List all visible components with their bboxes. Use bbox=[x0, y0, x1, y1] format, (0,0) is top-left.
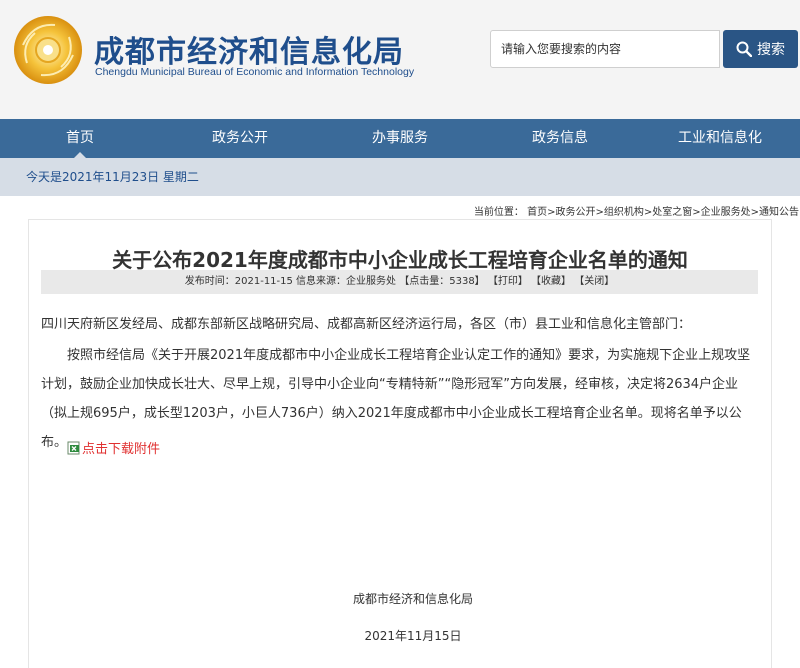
nav-item-news[interactable]: 政务信息 bbox=[480, 119, 640, 158]
search-icon bbox=[736, 41, 752, 57]
main-nav: 首页 政务公开 办事服务 政务信息 工业和信息化 bbox=[0, 119, 800, 158]
date-display: 今天是2021年11月23日 星期二 bbox=[0, 158, 800, 196]
signature-organization: 成都市经济和信息化局 bbox=[352, 592, 473, 606]
search-input[interactable]: 请输入您要搜索的内容 bbox=[490, 30, 720, 68]
nav-item-services[interactable]: 办事服务 bbox=[320, 119, 480, 158]
search-button[interactable]: 搜索 bbox=[723, 30, 798, 68]
nav-item-industry-it[interactable]: 工业和信息化 bbox=[640, 119, 800, 158]
excel-file-icon bbox=[67, 441, 80, 454]
article-recipients: 四川天府新区发经局、成都东部新区战略研究局、成都高新区经济运行局，各区（市）县工… bbox=[41, 317, 692, 332]
site-header: 成都市经济和信息化局 Chengdu Municipal Bureau of E… bbox=[0, 0, 800, 119]
article-title: 关于公布2021年度成都市中小企业成长工程培育企业名单的通知 bbox=[112, 248, 688, 272]
site-subtitle: Chengdu Municipal Bureau of Economic and… bbox=[95, 66, 415, 78]
signature-date: 2021年11月15日 bbox=[364, 629, 462, 643]
article-meta: 发布时间：2021-11-15 信息来源：企业服务处 【点击量：5338】 【打… bbox=[41, 270, 758, 294]
site-title: 成都市经济和信息化局 bbox=[94, 35, 404, 70]
search-button-label: 搜索 bbox=[757, 42, 785, 58]
breadcrumb[interactable]: 当前位置： 首页>政务公开>组织机构>处室之窗>企业服务处>通知公告 bbox=[474, 203, 799, 218]
bureau-logo-icon[interactable] bbox=[13, 15, 83, 85]
download-label: 点击下载附件 bbox=[82, 442, 161, 457]
nav-item-home[interactable]: 首页 bbox=[0, 119, 160, 158]
download-attachment-link[interactable]: 点击下载附件 bbox=[67, 438, 160, 457]
nav-item-government-affairs[interactable]: 政务公开 bbox=[160, 119, 320, 158]
